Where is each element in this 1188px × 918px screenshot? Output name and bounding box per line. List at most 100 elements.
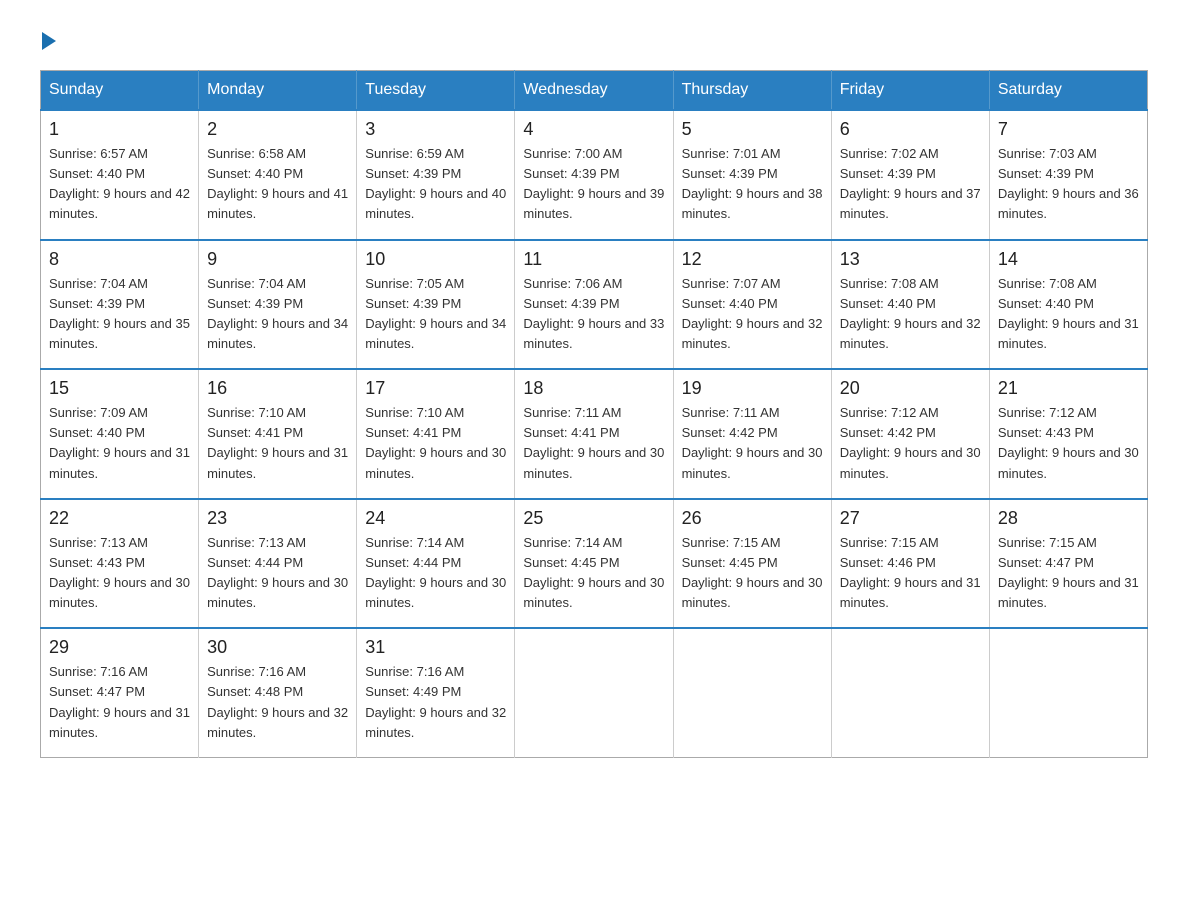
day-cell: 28 Sunrise: 7:15 AM Sunset: 4:47 PM Dayl… xyxy=(989,499,1147,629)
day-info: Sunrise: 7:15 AM Sunset: 4:45 PM Dayligh… xyxy=(682,533,823,614)
day-cell: 2 Sunrise: 6:58 AM Sunset: 4:40 PM Dayli… xyxy=(199,110,357,240)
day-number: 9 xyxy=(207,249,348,270)
day-number: 4 xyxy=(523,119,664,140)
day-number: 28 xyxy=(998,508,1139,529)
day-cell: 20 Sunrise: 7:12 AM Sunset: 4:42 PM Dayl… xyxy=(831,369,989,499)
day-cell xyxy=(515,628,673,757)
day-info: Sunrise: 7:14 AM Sunset: 4:44 PM Dayligh… xyxy=(365,533,506,614)
day-number: 24 xyxy=(365,508,506,529)
day-number: 6 xyxy=(840,119,981,140)
day-number: 16 xyxy=(207,378,348,399)
day-cell: 19 Sunrise: 7:11 AM Sunset: 4:42 PM Dayl… xyxy=(673,369,831,499)
day-info: Sunrise: 6:57 AM Sunset: 4:40 PM Dayligh… xyxy=(49,144,190,225)
logo xyxy=(40,30,56,50)
day-info: Sunrise: 7:11 AM Sunset: 4:41 PM Dayligh… xyxy=(523,403,664,484)
day-cell: 25 Sunrise: 7:14 AM Sunset: 4:45 PM Dayl… xyxy=(515,499,673,629)
day-cell: 13 Sunrise: 7:08 AM Sunset: 4:40 PM Dayl… xyxy=(831,240,989,370)
day-cell: 8 Sunrise: 7:04 AM Sunset: 4:39 PM Dayli… xyxy=(41,240,199,370)
day-number: 19 xyxy=(682,378,823,399)
day-info: Sunrise: 7:10 AM Sunset: 4:41 PM Dayligh… xyxy=(207,403,348,484)
day-info: Sunrise: 7:08 AM Sunset: 4:40 PM Dayligh… xyxy=(998,274,1139,355)
day-number: 11 xyxy=(523,249,664,270)
day-number: 12 xyxy=(682,249,823,270)
day-number: 27 xyxy=(840,508,981,529)
weekday-header-sunday: Sunday xyxy=(41,71,199,111)
day-cell: 17 Sunrise: 7:10 AM Sunset: 4:41 PM Dayl… xyxy=(357,369,515,499)
day-cell: 9 Sunrise: 7:04 AM Sunset: 4:39 PM Dayli… xyxy=(199,240,357,370)
day-info: Sunrise: 7:16 AM Sunset: 4:47 PM Dayligh… xyxy=(49,662,190,743)
day-info: Sunrise: 7:14 AM Sunset: 4:45 PM Dayligh… xyxy=(523,533,664,614)
day-number: 30 xyxy=(207,637,348,658)
day-number: 5 xyxy=(682,119,823,140)
day-number: 18 xyxy=(523,378,664,399)
day-number: 23 xyxy=(207,508,348,529)
weekday-header-saturday: Saturday xyxy=(989,71,1147,111)
day-cell: 27 Sunrise: 7:15 AM Sunset: 4:46 PM Dayl… xyxy=(831,499,989,629)
day-info: Sunrise: 7:16 AM Sunset: 4:48 PM Dayligh… xyxy=(207,662,348,743)
day-info: Sunrise: 7:10 AM Sunset: 4:41 PM Dayligh… xyxy=(365,403,506,484)
day-cell: 11 Sunrise: 7:06 AM Sunset: 4:39 PM Dayl… xyxy=(515,240,673,370)
day-info: Sunrise: 7:13 AM Sunset: 4:43 PM Dayligh… xyxy=(49,533,190,614)
day-info: Sunrise: 7:00 AM Sunset: 4:39 PM Dayligh… xyxy=(523,144,664,225)
week-row-1: 1 Sunrise: 6:57 AM Sunset: 4:40 PM Dayli… xyxy=(41,110,1148,240)
day-info: Sunrise: 7:11 AM Sunset: 4:42 PM Dayligh… xyxy=(682,403,823,484)
day-info: Sunrise: 7:16 AM Sunset: 4:49 PM Dayligh… xyxy=(365,662,506,743)
day-number: 14 xyxy=(998,249,1139,270)
day-number: 20 xyxy=(840,378,981,399)
day-cell: 14 Sunrise: 7:08 AM Sunset: 4:40 PM Dayl… xyxy=(989,240,1147,370)
calendar-header: SundayMondayTuesdayWednesdayThursdayFrid… xyxy=(41,71,1148,111)
day-cell xyxy=(673,628,831,757)
day-info: Sunrise: 6:59 AM Sunset: 4:39 PM Dayligh… xyxy=(365,144,506,225)
week-row-3: 15 Sunrise: 7:09 AM Sunset: 4:40 PM Dayl… xyxy=(41,369,1148,499)
day-info: Sunrise: 7:05 AM Sunset: 4:39 PM Dayligh… xyxy=(365,274,506,355)
day-cell: 12 Sunrise: 7:07 AM Sunset: 4:40 PM Dayl… xyxy=(673,240,831,370)
day-info: Sunrise: 7:12 AM Sunset: 4:42 PM Dayligh… xyxy=(840,403,981,484)
day-cell xyxy=(989,628,1147,757)
day-cell xyxy=(831,628,989,757)
day-cell: 3 Sunrise: 6:59 AM Sunset: 4:39 PM Dayli… xyxy=(357,110,515,240)
day-number: 17 xyxy=(365,378,506,399)
day-info: Sunrise: 7:12 AM Sunset: 4:43 PM Dayligh… xyxy=(998,403,1139,484)
week-row-5: 29 Sunrise: 7:16 AM Sunset: 4:47 PM Dayl… xyxy=(41,628,1148,757)
weekday-header-wednesday: Wednesday xyxy=(515,71,673,111)
day-cell: 26 Sunrise: 7:15 AM Sunset: 4:45 PM Dayl… xyxy=(673,499,831,629)
day-number: 26 xyxy=(682,508,823,529)
week-row-2: 8 Sunrise: 7:04 AM Sunset: 4:39 PM Dayli… xyxy=(41,240,1148,370)
weekday-header-thursday: Thursday xyxy=(673,71,831,111)
day-cell: 7 Sunrise: 7:03 AM Sunset: 4:39 PM Dayli… xyxy=(989,110,1147,240)
day-info: Sunrise: 7:01 AM Sunset: 4:39 PM Dayligh… xyxy=(682,144,823,225)
day-cell: 31 Sunrise: 7:16 AM Sunset: 4:49 PM Dayl… xyxy=(357,628,515,757)
day-cell: 4 Sunrise: 7:00 AM Sunset: 4:39 PM Dayli… xyxy=(515,110,673,240)
weekday-header-tuesday: Tuesday xyxy=(357,71,515,111)
day-info: Sunrise: 7:04 AM Sunset: 4:39 PM Dayligh… xyxy=(49,274,190,355)
day-info: Sunrise: 7:15 AM Sunset: 4:46 PM Dayligh… xyxy=(840,533,981,614)
day-cell: 30 Sunrise: 7:16 AM Sunset: 4:48 PM Dayl… xyxy=(199,628,357,757)
day-number: 2 xyxy=(207,119,348,140)
day-cell: 24 Sunrise: 7:14 AM Sunset: 4:44 PM Dayl… xyxy=(357,499,515,629)
week-row-4: 22 Sunrise: 7:13 AM Sunset: 4:43 PM Dayl… xyxy=(41,499,1148,629)
day-cell: 5 Sunrise: 7:01 AM Sunset: 4:39 PM Dayli… xyxy=(673,110,831,240)
day-cell: 15 Sunrise: 7:09 AM Sunset: 4:40 PM Dayl… xyxy=(41,369,199,499)
day-info: Sunrise: 7:13 AM Sunset: 4:44 PM Dayligh… xyxy=(207,533,348,614)
day-cell: 6 Sunrise: 7:02 AM Sunset: 4:39 PM Dayli… xyxy=(831,110,989,240)
day-number: 3 xyxy=(365,119,506,140)
day-number: 22 xyxy=(49,508,190,529)
weekday-header-friday: Friday xyxy=(831,71,989,111)
calendar-body: 1 Sunrise: 6:57 AM Sunset: 4:40 PM Dayli… xyxy=(41,110,1148,757)
weekday-header-row: SundayMondayTuesdayWednesdayThursdayFrid… xyxy=(41,71,1148,111)
calendar-table: SundayMondayTuesdayWednesdayThursdayFrid… xyxy=(40,70,1148,758)
day-cell: 22 Sunrise: 7:13 AM Sunset: 4:43 PM Dayl… xyxy=(41,499,199,629)
day-number: 7 xyxy=(998,119,1139,140)
day-cell: 29 Sunrise: 7:16 AM Sunset: 4:47 PM Dayl… xyxy=(41,628,199,757)
day-info: Sunrise: 7:07 AM Sunset: 4:40 PM Dayligh… xyxy=(682,274,823,355)
day-info: Sunrise: 7:09 AM Sunset: 4:40 PM Dayligh… xyxy=(49,403,190,484)
day-info: Sunrise: 7:02 AM Sunset: 4:39 PM Dayligh… xyxy=(840,144,981,225)
day-info: Sunrise: 7:04 AM Sunset: 4:39 PM Dayligh… xyxy=(207,274,348,355)
day-cell: 18 Sunrise: 7:11 AM Sunset: 4:41 PM Dayl… xyxy=(515,369,673,499)
logo-arrow-icon xyxy=(42,32,56,50)
day-number: 10 xyxy=(365,249,506,270)
day-cell: 1 Sunrise: 6:57 AM Sunset: 4:40 PM Dayli… xyxy=(41,110,199,240)
day-cell: 21 Sunrise: 7:12 AM Sunset: 4:43 PM Dayl… xyxy=(989,369,1147,499)
day-info: Sunrise: 7:08 AM Sunset: 4:40 PM Dayligh… xyxy=(840,274,981,355)
day-number: 1 xyxy=(49,119,190,140)
